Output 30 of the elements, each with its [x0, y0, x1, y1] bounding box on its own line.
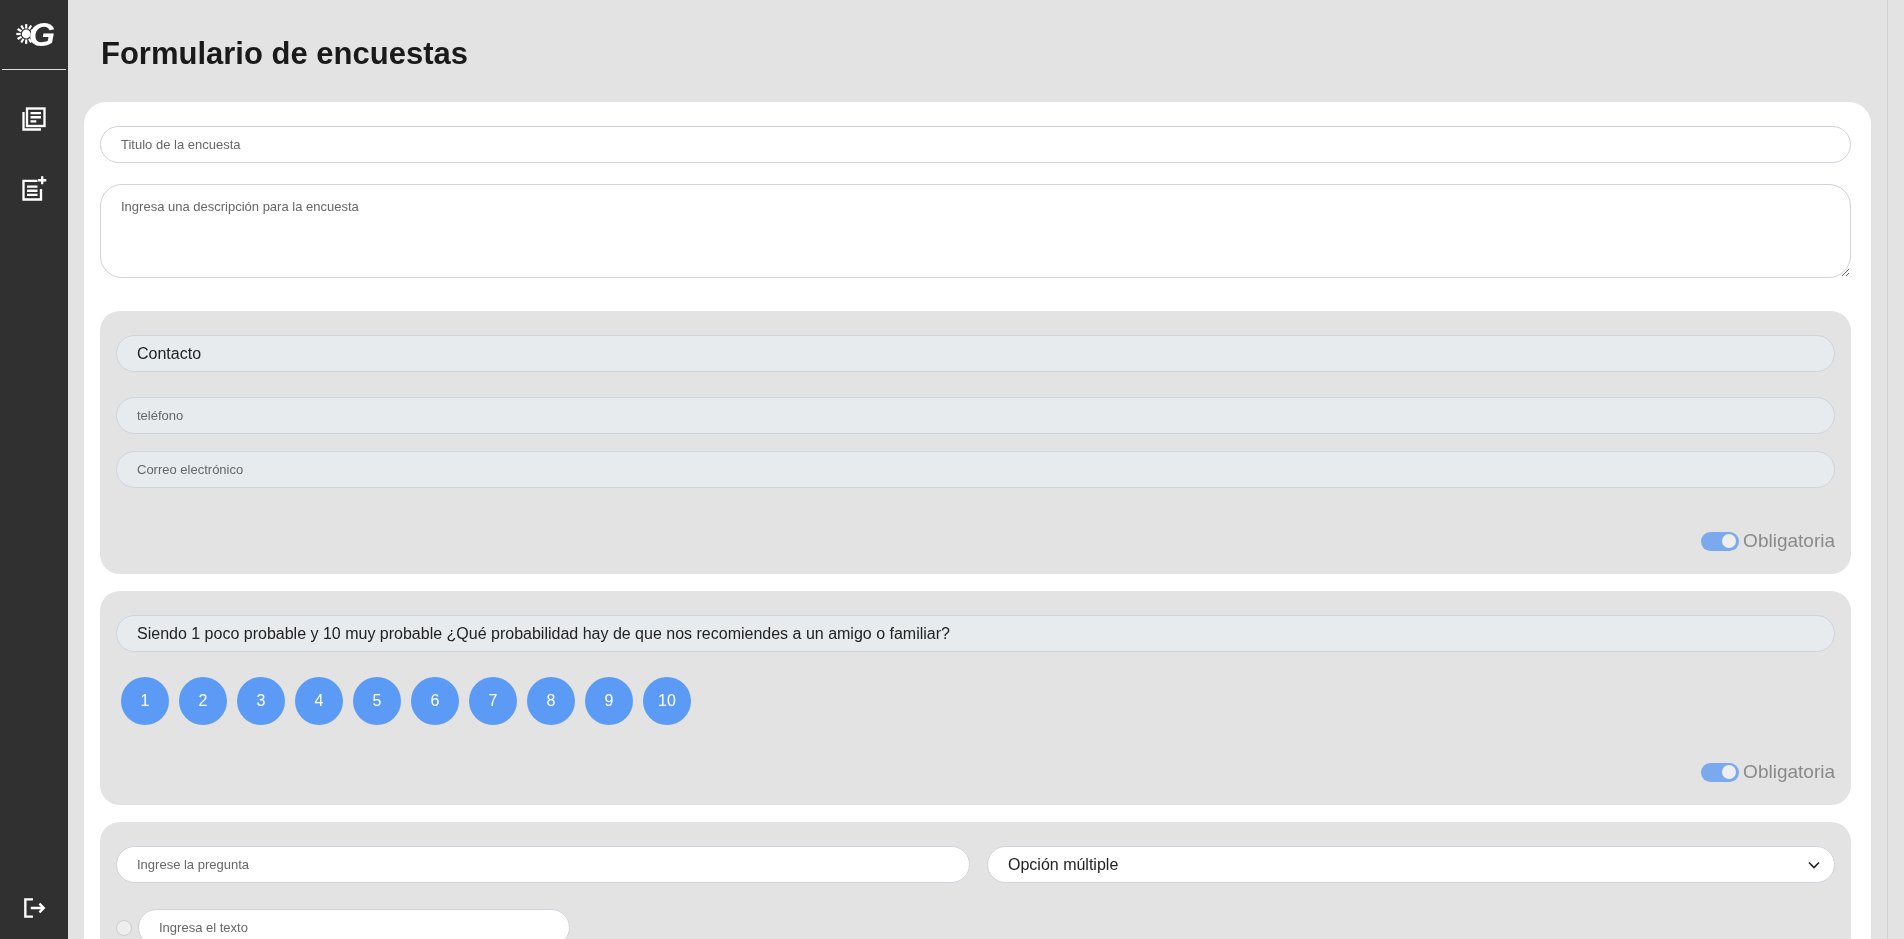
contact-field[interactable]: teléfono: [116, 397, 1835, 434]
toggle-switch[interactable]: [1701, 531, 1740, 551]
option-field[interactable]: Ingresa el texto: [138, 909, 570, 939]
scale-option[interactable]: 4: [295, 677, 343, 725]
radio-button[interactable]: [116, 919, 132, 936]
page-title: Formulario de encuestas: [101, 35, 469, 73]
toggle-switch[interactable]: [1701, 762, 1740, 782]
logout-icon[interactable]: [21, 895, 47, 921]
scale-option[interactable]: 5: [353, 677, 401, 725]
title-field[interactable]: Titulo de la encuesta: [100, 126, 1851, 163]
scale-option[interactable]: 7: [469, 677, 517, 725]
scale-option[interactable]: 8: [527, 677, 575, 725]
toggle-label: Obligatoria: [1743, 530, 1835, 552]
description-field[interactable]: Ingresa una descripción para la encuesta: [100, 184, 1851, 278]
chevron-down-icon: [1808, 860, 1820, 869]
question-field[interactable]: Contacto: [116, 335, 1835, 372]
scale-option[interactable]: 1: [121, 677, 169, 725]
question-field[interactable]: Siendo 1 poco probable y 10 muy probable ¿Qué probabilidad hay de que nos recomiendes a un amigo o familiar?: [116, 615, 1835, 652]
logo-letter: G: [28, 14, 56, 54]
scale-option[interactable]: 10: [643, 677, 691, 725]
documents-icon[interactable]: [20, 105, 48, 133]
question-type-select[interactable]: Opción múltiple: [987, 846, 1835, 883]
scale-option[interactable]: 9: [585, 677, 633, 725]
question-field[interactable]: Ingrese la pregunta: [116, 846, 970, 883]
toggle-label: Obligatoria: [1743, 761, 1835, 783]
scale-option[interactable]: 6: [411, 677, 459, 725]
scale-option[interactable]: 3: [237, 677, 285, 725]
scale-option[interactable]: 2: [179, 677, 227, 725]
add-document-icon[interactable]: [20, 175, 48, 203]
contact-field[interactable]: Correo electrónico: [116, 451, 1835, 488]
